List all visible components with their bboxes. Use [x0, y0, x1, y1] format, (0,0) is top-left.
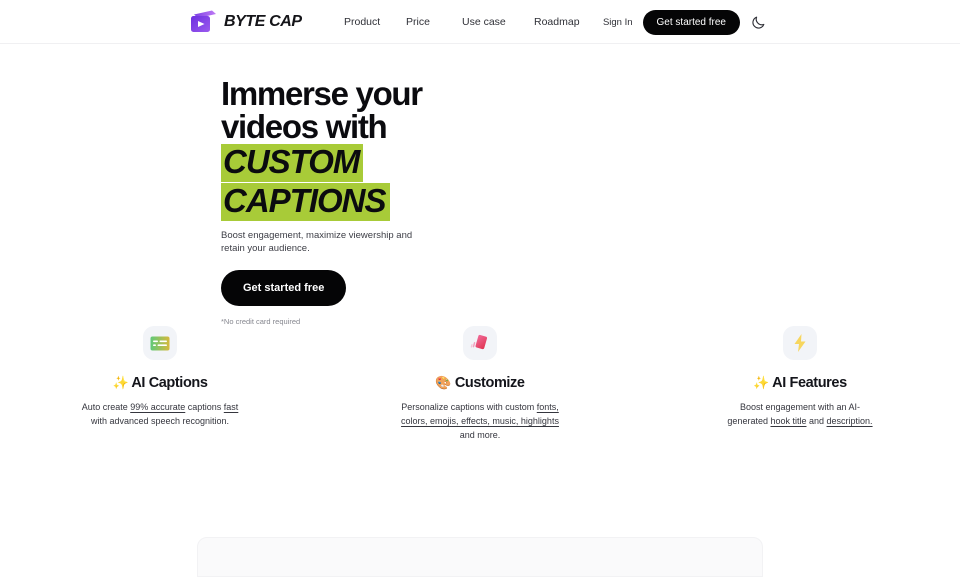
- feature-card-customize: 🎨 Customize Personalize captions with cu…: [320, 326, 640, 443]
- feature-description: Auto create 99% accurate captions fast w…: [81, 402, 239, 426]
- sparkles-icon: ✨: [753, 375, 770, 390]
- preview-panel-edge: [197, 537, 763, 577]
- feature-title-text: Customize: [454, 375, 525, 391]
- brand-name: BYTE CAP: [224, 12, 302, 30]
- brand-logo[interactable]: BYTE CAP: [190, 10, 302, 33]
- sparkles-icon: ✨: [112, 375, 129, 390]
- hero-section: Immerse your videos with CUSTOM CAPTIONS…: [221, 75, 541, 327]
- feature-card-ai-features: ✨ AI Features Boost engagement with an A…: [640, 326, 960, 443]
- feature-title-text: AI Captions: [131, 375, 208, 391]
- headline-highlight-2: CAPTIONS: [221, 182, 390, 221]
- palette-icon: 🎨: [435, 375, 452, 390]
- video-play-logo-icon: [190, 10, 217, 33]
- hero-headline: Immerse your videos with CUSTOM CAPTIONS: [221, 75, 541, 221]
- headline-line-1: Immerse your: [221, 75, 423, 112]
- feature-description: Personalize captions with custom fonts, …: [401, 402, 559, 440]
- style-card-icon: [463, 326, 497, 360]
- hero-get-started-button[interactable]: Get started free: [221, 270, 347, 307]
- feature-card-ai-captions: ✨ AI Captions Auto create 99% accurate c…: [0, 326, 320, 443]
- nav-get-started-button[interactable]: Get started free: [642, 9, 740, 35]
- nav-link-product[interactable]: Product: [344, 16, 380, 28]
- feature-title: ✨ AI Features: [753, 375, 847, 391]
- headline-line-2: videos with: [221, 107, 388, 145]
- sign-in-link[interactable]: Sign In: [603, 17, 633, 28]
- headline-highlight-1: CUSTOM: [221, 144, 364, 182]
- feature-title: 🎨 Customize: [435, 375, 525, 391]
- nav-link-price[interactable]: Price: [406, 16, 430, 28]
- feature-title-text: AI Features: [772, 375, 847, 391]
- hero-note: *No credit card required: [221, 317, 301, 327]
- moon-icon[interactable]: [750, 13, 768, 31]
- features-section: ✨ AI Captions Auto create 99% accurate c…: [0, 326, 960, 443]
- nav-link-use-case[interactable]: Use case: [462, 16, 506, 28]
- lightning-bolt-icon: [783, 326, 817, 360]
- feature-description: Boost engagement with an AI-generated ho…: [727, 402, 873, 426]
- hero-subhead: Boost engagement, maximize viewership an…: [221, 229, 413, 255]
- nav-link-roadmap[interactable]: Roadmap: [534, 16, 580, 28]
- navbar: BYTE CAP Product Price Use case Roadmap …: [0, 0, 960, 44]
- feature-title: ✨ AI Captions: [112, 375, 207, 391]
- nav-actions: Sign In Get started free: [603, 0, 768, 44]
- captions-icon: [143, 326, 177, 360]
